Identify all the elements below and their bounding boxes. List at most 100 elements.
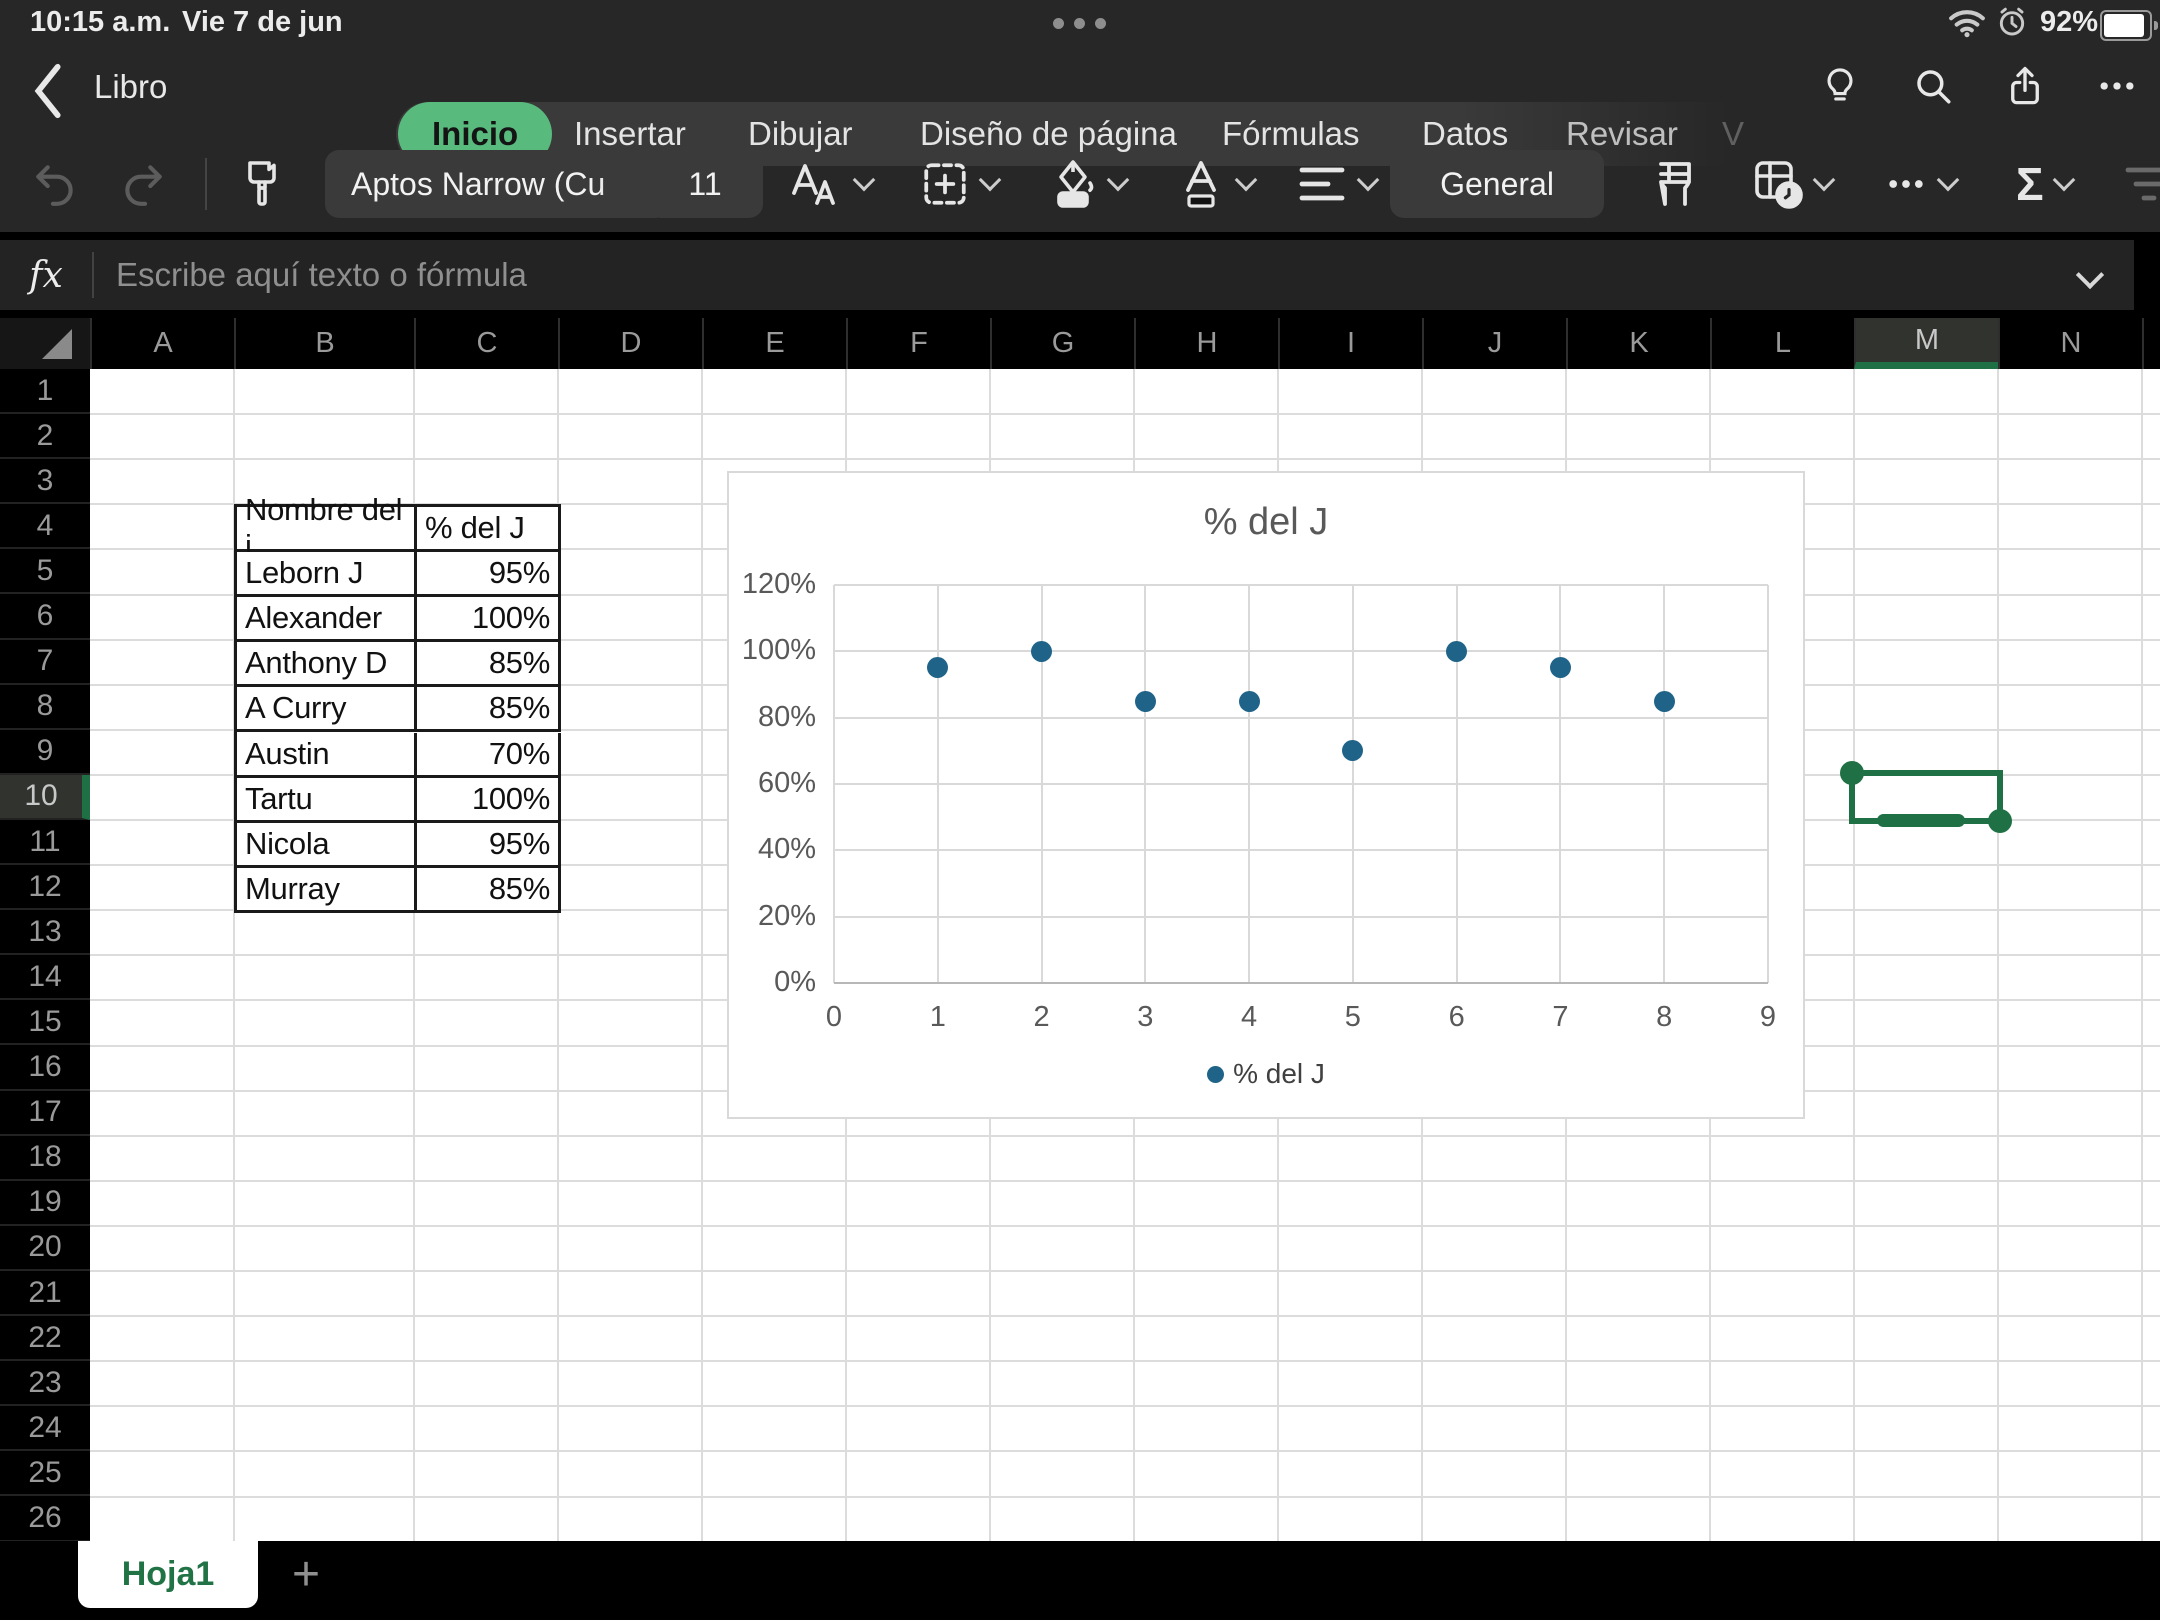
formula-bar-expand-chevron[interactable]: [2075, 260, 2105, 290]
row-header-10[interactable]: 10: [0, 774, 90, 820]
row-header-17[interactable]: 17: [0, 1091, 90, 1136]
column-header-H[interactable]: H: [1134, 318, 1278, 369]
undo-icon[interactable]: [30, 136, 80, 232]
data-point[interactable]: [1653, 690, 1675, 712]
more-commands-button[interactable]: [1884, 136, 1960, 232]
search-icon[interactable]: [1905, 58, 1961, 114]
row-header-4[interactable]: 4: [0, 504, 90, 550]
formula-input-placeholder[interactable]: Escribe aquí texto o fórmula: [116, 256, 2080, 294]
data-point[interactable]: [1238, 690, 1260, 712]
column-header-M[interactable]: M: [1854, 318, 1998, 369]
select-all-corner[interactable]: [0, 318, 90, 369]
table-cell[interactable]: Tartu: [237, 777, 417, 823]
freeze-panes-icon[interactable]: [1652, 136, 1698, 232]
row-header-20[interactable]: 20: [0, 1226, 90, 1271]
column-header-A[interactable]: A: [90, 318, 234, 369]
table-cell[interactable]: Murray: [237, 867, 417, 913]
workbook-title[interactable]: Libro: [94, 68, 167, 106]
row-header-16[interactable]: 16: [0, 1046, 90, 1091]
row-header-14[interactable]: 14: [0, 955, 90, 1001]
back-button[interactable]: [30, 62, 66, 120]
column-header-B[interactable]: B: [234, 318, 414, 369]
row-header-9[interactable]: 9: [0, 730, 90, 775]
borders-button[interactable]: [920, 136, 1002, 232]
table-cell[interactable]: 85%: [417, 687, 561, 733]
table-cell[interactable]: Alexander: [237, 597, 417, 643]
table-header-cell[interactable]: Nombre del j: [237, 492, 417, 563]
column-header-I[interactable]: I: [1278, 318, 1422, 369]
cell-format-clock-icon[interactable]: [1752, 136, 1836, 232]
column-header-J[interactable]: J: [1422, 318, 1566, 369]
font-name-button[interactable]: Aptos Narrow (Cu: [325, 150, 669, 218]
share-icon[interactable]: [1997, 58, 2053, 114]
row-header-2[interactable]: 2: [0, 414, 90, 460]
selection-handle-bottom-right[interactable]: [1988, 809, 2012, 833]
sheet-data-table[interactable]: Nombre del j% del J Leborn J 95% Alexander 1…: [234, 492, 561, 913]
sheet-tab-hoja1[interactable]: Hoja1: [78, 1541, 258, 1608]
table-cell[interactable]: 100%: [417, 777, 561, 823]
data-point[interactable]: [1549, 657, 1571, 679]
table-header-cell[interactable]: % del J: [417, 507, 561, 553]
font-color-button[interactable]: [1176, 136, 1258, 232]
row-header-5[interactable]: 5: [0, 549, 90, 595]
data-point[interactable]: [1031, 640, 1053, 662]
column-header-D[interactable]: D: [558, 318, 702, 369]
column-header-G[interactable]: G: [990, 318, 1134, 369]
formula-bar[interactable]: fx Escribe aquí texto o fórmula: [0, 240, 2134, 310]
column-header-K[interactable]: K: [1566, 318, 1710, 369]
scatter-chart[interactable]: % del J 0 1 2 3 4 5 6 7 8 9 0% 20% 40% 60% 80% 100% 120%…: [727, 471, 1805, 1119]
row-header-11[interactable]: 11: [0, 820, 90, 866]
more-options-icon[interactable]: [2089, 58, 2145, 114]
data-point[interactable]: [1342, 740, 1364, 762]
autosum-button[interactable]: Σ: [2016, 136, 2075, 232]
column-header-E[interactable]: E: [702, 318, 846, 369]
column-header-C[interactable]: C: [414, 318, 558, 369]
row-header-15[interactable]: 15: [0, 1000, 90, 1046]
row-header-25[interactable]: 25: [0, 1451, 90, 1497]
column-header-L[interactable]: L: [1710, 318, 1854, 369]
row-header-7[interactable]: 7: [0, 640, 90, 685]
table-cell[interactable]: Leborn J: [237, 552, 417, 598]
alignment-button[interactable]: [1296, 136, 1380, 232]
format-painter-icon[interactable]: [238, 136, 286, 232]
multitask-dots-icon[interactable]: [1048, 16, 1111, 34]
row-header-26[interactable]: 26: [0, 1497, 90, 1542]
table-cell[interactable]: 85%: [417, 642, 561, 688]
data-point[interactable]: [927, 657, 949, 679]
table-cell[interactable]: Anthony D: [237, 642, 417, 688]
row-header-6[interactable]: 6: [0, 595, 90, 640]
table-cell[interactable]: 95%: [417, 822, 561, 868]
row-header-13[interactable]: 13: [0, 910, 90, 956]
table-cell[interactable]: Austin: [237, 732, 417, 778]
table-cell[interactable]: Nicola: [237, 822, 417, 868]
add-sheet-button[interactable]: +: [278, 1541, 334, 1608]
row-header-12[interactable]: 12: [0, 865, 90, 911]
row-header-22[interactable]: 22: [0, 1316, 90, 1362]
row-header-1[interactable]: 1: [0, 369, 90, 415]
table-cell[interactable]: A Curry: [237, 687, 417, 733]
row-header-8[interactable]: 8: [0, 685, 90, 730]
data-point[interactable]: [1134, 690, 1156, 712]
column-header-F[interactable]: F: [846, 318, 990, 369]
row-header-24[interactable]: 24: [0, 1406, 90, 1452]
tellme-lightbulb-icon[interactable]: [1812, 58, 1868, 114]
row-header-3[interactable]: 3: [0, 459, 90, 505]
table-cell[interactable]: 85%: [417, 867, 561, 913]
row-header-19[interactable]: 19: [0, 1181, 90, 1226]
table-cell[interactable]: 70%: [417, 732, 561, 778]
data-point[interactable]: [1446, 640, 1468, 662]
table-cell[interactable]: 100%: [417, 597, 561, 643]
sort-filter-icon-partial[interactable]: [2124, 136, 2160, 232]
row-header-18[interactable]: 18: [0, 1136, 90, 1181]
table-cell[interactable]: 95%: [417, 552, 561, 598]
row-header-23[interactable]: 23: [0, 1361, 90, 1407]
cell-selection-M10[interactable]: [1840, 761, 2012, 833]
redo-icon[interactable]: [118, 136, 168, 232]
number-format-button[interactable]: General: [1390, 150, 1604, 218]
fill-color-button[interactable]: [1048, 136, 1130, 232]
column-header-N[interactable]: N: [1998, 318, 2142, 369]
row-header-21[interactable]: 21: [0, 1271, 90, 1317]
selection-handle-top-left[interactable]: [1840, 761, 1864, 785]
font-size-button[interactable]: 11: [647, 150, 763, 218]
font-formatting-button[interactable]: [790, 136, 876, 232]
